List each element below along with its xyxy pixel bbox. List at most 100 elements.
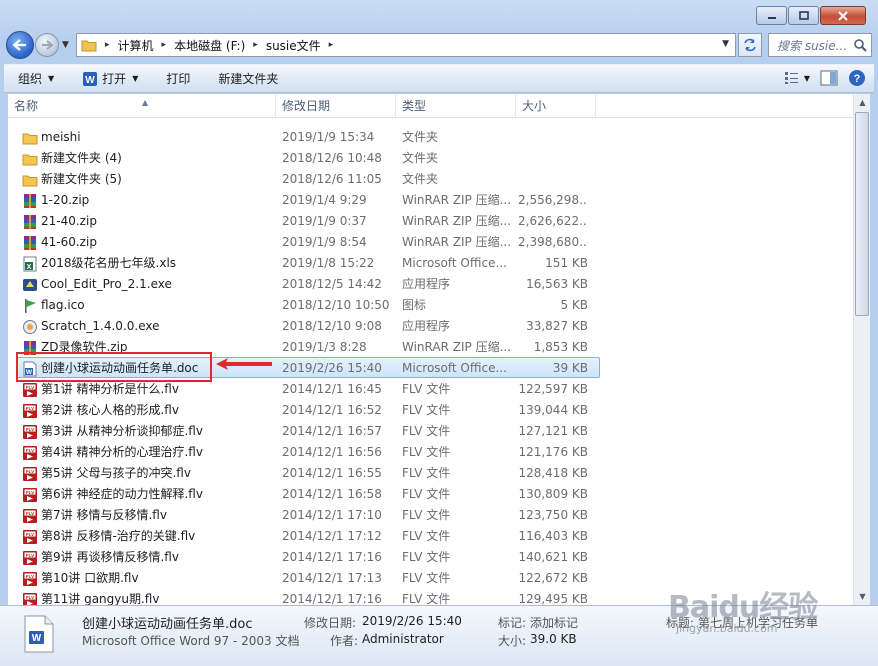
chevron-right-icon[interactable]: ▸	[105, 40, 110, 50]
table-row[interactable]: Scratch_1.4.0.0.exe 2018/12/10 9:08 应用程序 33…	[8, 316, 853, 337]
minimize-icon	[767, 16, 776, 19]
file-size: 122,672 KB	[518, 571, 588, 585]
address-history-dropdown[interactable]: ▼	[722, 39, 729, 49]
help-button[interactable]: ?	[848, 69, 866, 87]
preview-pane-icon	[820, 70, 838, 86]
file-date: 2018/12/6 11:05	[282, 172, 382, 186]
file-date: 2019/1/8 15:22	[282, 256, 375, 270]
new-folder-label: 新建文件夹	[218, 72, 279, 86]
file-date: 2018/12/5 14:42	[282, 277, 382, 291]
table-row[interactable]: flag.ico 2018/12/10 10:50 图标 5 KB	[8, 295, 853, 316]
file-date: 2014/12/1 16:56	[282, 445, 382, 459]
change-view-button[interactable]: ▼	[784, 71, 810, 85]
file-date: 2019/1/9 8:54	[282, 235, 367, 249]
file-name: 第7讲 移情与反移情.flv	[41, 508, 167, 522]
winrar-archive-icon	[22, 214, 38, 230]
flag-icon	[22, 298, 38, 314]
chevron-right-icon[interactable]: ▸	[253, 40, 258, 50]
column-type[interactable]: 类型	[396, 94, 516, 118]
flv-file-icon: FLV	[22, 571, 38, 587]
table-row[interactable]: 新建文件夹 (4) 2018/12/6 10:48 文件夹	[8, 148, 853, 169]
table-row[interactable]: FLV 第7讲 移情与反移情.flv 2014/12/1 17:10 FLV 文件 12…	[8, 505, 853, 526]
file-date: 2014/12/1 17:13	[282, 571, 382, 585]
help-icon: ?	[849, 70, 865, 86]
file-list: 名称 ▲ 修改日期 类型 大小 meishi 2019/1/9 15:34 文件夹 新建…	[8, 94, 853, 605]
file-name: 第2讲 核心人格的形成.flv	[41, 403, 179, 417]
table-row[interactable]: FLV 第6讲 神经症的动力性解释.flv 2014/12/1 16:58 FLV 文…	[8, 484, 853, 505]
preview-pane-button[interactable]	[820, 70, 838, 86]
file-size: 33,827 KB	[526, 319, 588, 333]
recent-pages-dropdown[interactable]: ▼	[62, 40, 69, 50]
scratch-app-icon	[22, 319, 38, 335]
breadcrumb-computer[interactable]: 计算机	[118, 37, 154, 54]
file-type: FLV 文件	[402, 508, 451, 522]
file-type: 文件夹	[402, 151, 439, 165]
table-row[interactable]: 新建文件夹 (5) 2018/12/6 11:05 文件夹	[8, 169, 853, 190]
search-icon[interactable]	[853, 38, 871, 52]
file-name: 第9讲 再谈移情反移情.flv	[41, 550, 179, 564]
table-row[interactable]: X 2018级花名册七年级.xls 2019/1/8 15:22 Microsoft …	[8, 253, 853, 274]
details-file-kind: Microsoft Office Word 97 - 2003 文档	[82, 634, 300, 648]
close-button[interactable]	[820, 6, 866, 25]
print-label: 打印	[166, 72, 191, 86]
details-author-value[interactable]: Administrator	[362, 632, 444, 646]
scroll-thumb[interactable]	[855, 112, 869, 316]
table-row[interactable]: FLV 第5讲 父母与孩子的冲突.flv 2014/12/1 16:55 FLV 文件…	[8, 463, 853, 484]
details-tags-label: 标记:	[498, 616, 527, 630]
column-header: 名称 ▲ 修改日期 类型 大小	[8, 94, 853, 118]
file-size: 5 KB	[560, 298, 588, 312]
minimize-button[interactable]	[756, 6, 787, 25]
print-button[interactable]: 打印	[152, 65, 204, 92]
svg-text:FLV: FLV	[26, 595, 34, 600]
table-row[interactable]: 1-20.zip 2019/1/4 9:29 WinRAR ZIP 压缩... 2,5…	[8, 190, 853, 211]
breadcrumb-folder[interactable]: susie文件	[266, 37, 321, 54]
word-app-icon: W	[83, 71, 98, 86]
table-row[interactable]: meishi 2019/1/9 15:34 文件夹	[8, 127, 853, 148]
scroll-down-icon[interactable]: ▼	[854, 588, 871, 605]
maximize-button[interactable]	[788, 6, 819, 25]
column-date[interactable]: 修改日期	[276, 94, 396, 118]
explorer-window: ▼ ▸ 计算机 ▸ 本地磁盘 (F:) ▸ susie文件 ▸ ▼ 搜索 sus…	[0, 0, 878, 666]
file-date: 2014/12/1 16:57	[282, 424, 382, 438]
file-name: flag.ico	[41, 298, 85, 312]
file-date: 2014/12/1 16:55	[282, 466, 382, 480]
table-row[interactable]: FLV 第3讲 从精神分析谈抑郁症.flv 2014/12/1 16:57 FLV 文…	[8, 421, 853, 442]
open-button[interactable]: W 打开 ▼	[68, 65, 152, 92]
column-name[interactable]: 名称 ▲	[8, 94, 276, 118]
breadcrumb: ▸ 计算机 ▸ 本地磁盘 (F:) ▸ susie文件 ▸	[97, 34, 341, 56]
search-input[interactable]: 搜索 susie...	[777, 37, 853, 54]
table-row[interactable]: 41-60.zip 2019/1/9 8:54 WinRAR ZIP 压缩... 2,…	[8, 232, 853, 253]
file-name: 新建文件夹 (4)	[41, 151, 122, 165]
forward-button[interactable]	[35, 33, 59, 57]
table-row[interactable]: FLV 第9讲 再谈移情反移情.flv 2014/12/1 17:16 FLV 文件 1…	[8, 547, 853, 568]
file-name: 第1讲 精神分析是什么.flv	[41, 382, 179, 396]
table-row[interactable]: FLV 第4讲 精神分析的心理治疗.flv 2014/12/1 16:56 FLV 文…	[8, 442, 853, 463]
file-size: 151 KB	[545, 256, 588, 270]
table-row[interactable]: Cool_Edit_Pro_2.1.exe 2018/12/5 14:42 应用程序…	[8, 274, 853, 295]
svg-text:FLV: FLV	[26, 511, 34, 516]
new-folder-button[interactable]: 新建文件夹	[204, 65, 292, 92]
table-row[interactable]: FLV 第8讲 反移情-治疗的关键.flv 2014/12/1 17:12 FLV 文…	[8, 526, 853, 547]
chevron-right-icon[interactable]: ▸	[162, 40, 167, 50]
address-bar[interactable]: ▸ 计算机 ▸ 本地磁盘 (F:) ▸ susie文件 ▸ ▼	[76, 33, 736, 57]
table-row[interactable]: FLV 第1讲 精神分析是什么.flv 2014/12/1 16:45 FLV 文件 1…	[8, 379, 853, 400]
scroll-up-icon[interactable]: ▲	[854, 94, 871, 111]
flv-file-icon: FLV	[22, 403, 38, 419]
file-date: 2019/1/9 0:37	[282, 214, 367, 228]
column-size-label: 大小	[522, 99, 547, 113]
back-button[interactable]	[6, 31, 34, 59]
table-row[interactable]: FLV 第2讲 核心人格的形成.flv 2014/12/1 16:52 FLV 文件 1…	[8, 400, 853, 421]
file-size: 2,626,622...	[518, 214, 588, 228]
search-box[interactable]: 搜索 susie...	[768, 33, 872, 57]
organize-button[interactable]: 组织 ▼	[4, 65, 68, 92]
details-tags-value[interactable]: 添加标记	[530, 614, 578, 631]
flv-file-icon: FLV	[22, 487, 38, 503]
command-bar: 组织 ▼ W 打开 ▼ 打印 新建文件夹 ▼ ?	[4, 64, 874, 93]
breadcrumb-drive[interactable]: 本地磁盘 (F:)	[174, 37, 245, 54]
vertical-scrollbar[interactable]: ▲ ▼	[853, 94, 870, 605]
column-size[interactable]: 大小	[516, 94, 596, 118]
file-date: 2014/12/1 16:52	[282, 403, 382, 417]
table-row[interactable]: 21-40.zip 2019/1/9 0:37 WinRAR ZIP 压缩... 2,…	[8, 211, 853, 232]
refresh-button[interactable]	[738, 33, 762, 57]
chevron-right-icon[interactable]: ▸	[329, 40, 334, 50]
